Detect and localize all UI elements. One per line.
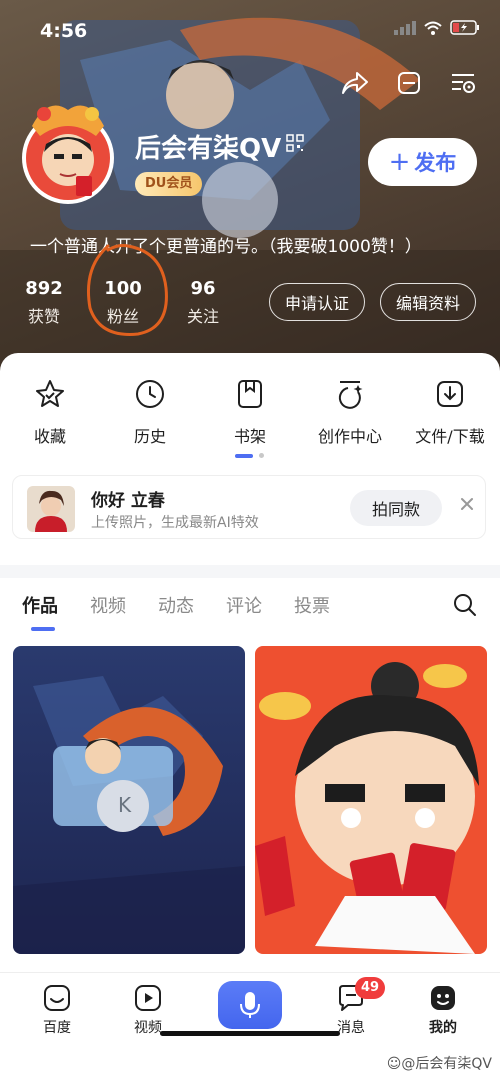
quick-item-bookshelf[interactable]: 书架 [200, 377, 300, 447]
quick-item-downloads[interactable]: 文件/下载 [400, 377, 500, 447]
microphone-icon [240, 992, 260, 1018]
apply-verify-button[interactable]: 申请认证 [269, 283, 365, 321]
watermark-prefix: ☺@ [386, 1056, 416, 1072]
watermark: ☺@后会有柒QV [387, 1053, 492, 1073]
signal-icon [394, 20, 416, 35]
profile-header: 4:56 后会有柒QV DU会员 + 发布 一个普通人开了个更普通的号。（我要破… [0, 0, 500, 380]
page-dot-active [235, 453, 253, 458]
status-time: 4:56 [40, 20, 88, 42]
username: 后会有柒QV [135, 134, 282, 164]
quick-access-card: 收藏 历史 书架 创作中心 文件/下载 你好 立春 上传照片，生成最新AI特效 … [0, 353, 500, 565]
work-thumbnail[interactable] [255, 646, 487, 954]
promo-avatar [27, 486, 75, 532]
nav-item-messages[interactable]: 消息 49 [311, 977, 391, 1037]
promo-title: 你好 立春 [91, 491, 165, 511]
tab-updates[interactable]: 动态 [158, 592, 194, 618]
edit-profile-button[interactable]: 编辑资料 [380, 283, 476, 321]
nav-label-home: 百度 [43, 1020, 71, 1036]
star-icon [33, 377, 67, 411]
publish-button[interactable]: + 发布 [368, 138, 477, 186]
create-icon [333, 377, 367, 411]
tab-works[interactable]: 作品 [22, 592, 58, 618]
stat-likes-value: 892 [25, 278, 63, 299]
page-dot [259, 453, 264, 458]
stat-following-label: 关注 [186, 307, 219, 326]
bookshelf-icon [233, 377, 267, 411]
membership-badge[interactable]: DU会员 [135, 172, 203, 196]
qr-code-icon[interactable] [286, 134, 304, 152]
tab-votes[interactable]: 投票 [294, 592, 330, 618]
unread-count-badge: 49 [355, 977, 386, 999]
quick-item-history[interactable]: 历史 [100, 377, 200, 447]
tab-comments[interactable]: 评论 [226, 592, 262, 618]
clock-icon [133, 377, 167, 411]
share-icon[interactable] [340, 68, 370, 98]
nav-item-profile[interactable]: 我的 [403, 983, 483, 1037]
home-indicator [160, 1031, 340, 1036]
quick-item-creator-center[interactable]: 创作中心 [300, 377, 400, 447]
hand-drawn-circle-annotation [86, 244, 168, 336]
bottom-navigation: 百度 视频 消息 49 我的 ☺@后会有柒QV [0, 972, 500, 1083]
watermark-text: 后会有柒QV [415, 1056, 492, 1072]
nav-label-profile: 我的 [429, 1020, 457, 1036]
try-same-button[interactable]: 拍同款 [350, 490, 442, 526]
nav-item-video[interactable]: 视频 [108, 983, 188, 1037]
quick-item-label: 书架 [233, 427, 266, 446]
voice-search-button[interactable] [218, 981, 282, 1029]
header-actions [340, 68, 478, 98]
quick-item-label: 文件/下载 [415, 427, 485, 446]
stat-likes[interactable]: 892 获赞 [24, 278, 64, 327]
promo-subtitle: 上传照片，生成最新AI特效 [91, 515, 259, 531]
status-icons [394, 20, 480, 35]
download-icon [433, 377, 467, 411]
nav-label-video: 视频 [134, 1020, 162, 1036]
quick-item-label: 历史 [133, 427, 166, 446]
promo-banner[interactable]: 你好 立春 上传照片，生成最新AI特效 拍同款 [12, 475, 486, 539]
stat-following-value: 96 [190, 278, 216, 299]
svg-text:K: K [118, 793, 132, 817]
stat-likes-label: 获赞 [27, 307, 60, 326]
quick-access-row: 收藏 历史 书架 创作中心 文件/下载 [0, 377, 500, 447]
active-tab-indicator [31, 627, 55, 631]
wifi-icon [424, 21, 442, 35]
profile-face-icon [431, 986, 455, 1010]
avatar[interactable] [18, 96, 118, 206]
status-bar: 4:56 [0, 0, 500, 60]
baidu-home-icon [44, 985, 70, 1011]
quick-item-label: 收藏 [33, 427, 66, 446]
stat-following[interactable]: 96 关注 [183, 278, 223, 327]
close-icon[interactable] [459, 496, 475, 512]
plus-icon: + [388, 147, 411, 177]
nav-item-home[interactable]: 百度 [17, 983, 97, 1037]
settings-icon[interactable] [448, 68, 478, 98]
page-indicator [235, 453, 264, 458]
battery-charging-icon [450, 20, 479, 35]
search-icon[interactable] [452, 592, 478, 618]
quick-item-label: 创作中心 [317, 427, 382, 446]
publish-label: 发布 [414, 151, 457, 175]
scan-icon[interactable] [394, 68, 424, 98]
tab-videos[interactable]: 视频 [90, 592, 126, 618]
work-thumbnail[interactable]: K [13, 646, 245, 954]
video-play-icon [135, 985, 161, 1011]
nav-label-messages: 消息 [337, 1020, 365, 1036]
quick-item-favorites[interactable]: 收藏 [0, 377, 100, 447]
works-grid: K [0, 636, 500, 976]
content-tabs: 作品 视频 动态 评论 投票 [0, 578, 500, 636]
